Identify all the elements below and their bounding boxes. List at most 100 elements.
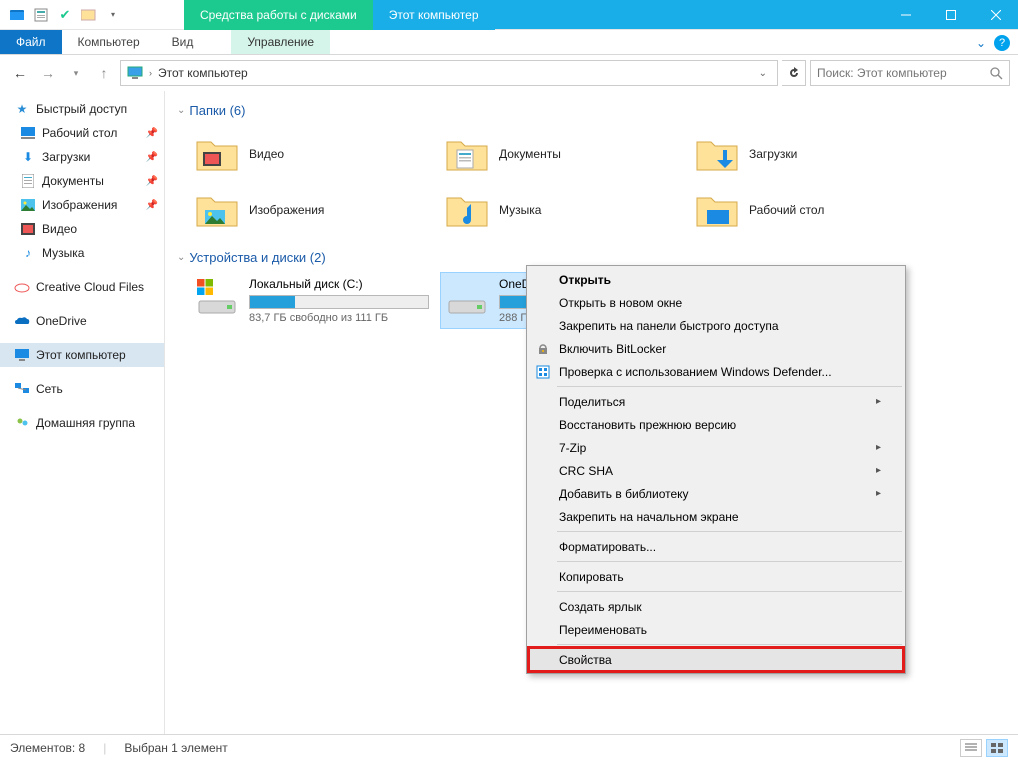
sidebar-item-pictures[interactable]: Изображения 📌 xyxy=(0,193,164,217)
search-input[interactable] xyxy=(817,66,990,80)
star-icon: ★ xyxy=(14,101,30,117)
folder-item-downloads[interactable]: Загрузки xyxy=(691,126,941,182)
up-button[interactable]: ↑ xyxy=(92,61,116,85)
documents-icon xyxy=(20,173,36,189)
sidebar-item-label: Музыка xyxy=(42,246,84,260)
cm-item-open[interactable]: Открыть xyxy=(529,268,903,291)
refresh-button[interactable] xyxy=(782,60,806,86)
drive-body: Локальный диск (C:) 83,7 ГБ свободно из … xyxy=(249,277,437,324)
qat-check-icon[interactable]: ✔ xyxy=(54,4,76,26)
drive-icon xyxy=(195,277,239,317)
cm-item-pin-start[interactable]: Закрепить на начальном экране xyxy=(529,505,903,528)
address-dropdown-icon[interactable]: ⌄ xyxy=(755,68,771,79)
group-label: Устройства и диски (2) xyxy=(189,250,325,265)
sidebar-item-quick-access[interactable]: ★ Быстрый доступ xyxy=(0,97,164,121)
folders-grid: Видео Документы Загрузки Изображения Муз… xyxy=(177,126,1006,238)
sidebar-item-downloads[interactable]: ⬇ Загрузки 📌 xyxy=(0,145,164,169)
cm-item-copy[interactable]: Копировать xyxy=(529,565,903,588)
sidebar-item-label: Документы xyxy=(42,174,104,188)
view-tiles-button[interactable] xyxy=(986,739,1008,757)
qat-properties-icon[interactable] xyxy=(30,4,52,26)
sidebar-item-videos[interactable]: Видео xyxy=(0,217,164,241)
drive-name: Локальный диск (C:) xyxy=(249,277,437,291)
titlebar-spacer[interactable] xyxy=(495,0,884,29)
sidebar-item-homegroup[interactable]: Домашняя группа xyxy=(0,411,164,435)
ribbon-tab-view[interactable]: Вид xyxy=(156,30,210,54)
ribbon-tabs: Файл Компьютер Вид Управление ⌄ ? xyxy=(0,30,1018,55)
folder-item-documents[interactable]: Документы xyxy=(441,126,691,182)
folder-label: Музыка xyxy=(499,203,541,217)
sidebar-item-desktop[interactable]: Рабочий стол 📌 xyxy=(0,121,164,145)
group-header-folders[interactable]: ⌄ Папки (6) xyxy=(177,103,1006,118)
folder-icon xyxy=(445,134,489,174)
desktop-icon xyxy=(20,125,36,141)
folder-item-videos[interactable]: Видео xyxy=(191,126,441,182)
cm-item-7zip[interactable]: 7-Zip▸ xyxy=(529,436,903,459)
maximize-button[interactable] xyxy=(928,0,973,30)
navigation-toolbar: ← → ▾ ↑ › Этот компьютер ⌄ xyxy=(0,55,1018,91)
cm-item-restore[interactable]: Восстановить прежнюю версию xyxy=(529,413,903,436)
ribbon-collapse-icon[interactable]: ⌄ xyxy=(976,36,986,50)
folder-label: Изображения xyxy=(249,203,324,217)
sidebar-item-this-pc[interactable]: Этот компьютер xyxy=(0,343,164,367)
ribbon-tab-computer[interactable]: Компьютер xyxy=(62,30,156,54)
back-button[interactable]: ← xyxy=(8,61,32,85)
search-box[interactable] xyxy=(810,60,1010,86)
cm-item-properties[interactable]: Свойства xyxy=(529,648,903,671)
sidebar-item-label: Creative Cloud Files xyxy=(36,280,144,294)
minimize-button[interactable] xyxy=(883,0,928,30)
label: Копировать xyxy=(559,570,624,584)
cm-item-crcsha[interactable]: CRC SHA▸ xyxy=(529,459,903,482)
sidebar-item-creative-cloud[interactable]: Creative Cloud Files xyxy=(0,275,164,299)
search-icon[interactable] xyxy=(990,67,1003,80)
pin-icon: 📌 xyxy=(146,176,158,187)
sidebar-item-network[interactable]: Сеть xyxy=(0,377,164,401)
pin-icon: 📌 xyxy=(146,200,158,211)
drive-item-c[interactable]: Локальный диск (C:) 83,7 ГБ свободно из … xyxy=(191,273,441,328)
view-switcher xyxy=(960,739,1008,757)
pin-icon: 📌 xyxy=(146,152,158,163)
cm-item-bitlocker[interactable]: Включить BitLocker xyxy=(529,337,903,360)
sidebar-item-label: Быстрый доступ xyxy=(36,102,127,116)
sidebar-item-label: Домашняя группа xyxy=(36,416,135,430)
folder-item-desktop[interactable]: Рабочий стол xyxy=(691,182,941,238)
forward-button[interactable]: → xyxy=(36,61,60,85)
cm-item-defender[interactable]: Проверка с использованием Windows Defend… xyxy=(529,360,903,383)
recent-dropdown[interactable]: ▾ xyxy=(64,61,88,85)
group-header-devices[interactable]: ⌄ Устройства и диски (2) xyxy=(177,250,1006,265)
qat-dropdown-icon[interactable]: ▾ xyxy=(102,4,124,26)
cm-item-format[interactable]: Форматировать... xyxy=(529,535,903,558)
cm-item-shortcut[interactable]: Создать ярлык xyxy=(529,595,903,618)
cm-separator xyxy=(557,531,902,532)
address-bar[interactable]: › Этот компьютер ⌄ xyxy=(120,60,778,86)
sidebar-item-documents[interactable]: Документы 📌 xyxy=(0,169,164,193)
folder-item-music[interactable]: Музыка xyxy=(441,182,691,238)
cm-separator xyxy=(557,591,902,592)
help-icon[interactable]: ? xyxy=(994,35,1010,51)
sidebar-item-onedrive[interactable]: OneDrive xyxy=(0,309,164,333)
label: Поделиться xyxy=(559,395,625,409)
chevron-right-icon: ▸ xyxy=(876,442,881,453)
defender-icon xyxy=(535,364,551,380)
close-button[interactable] xyxy=(973,0,1018,30)
this-pc-icon xyxy=(127,65,143,81)
cm-item-rename[interactable]: Переименовать xyxy=(529,618,903,641)
cm-item-open-new-window[interactable]: Открыть в новом окне xyxy=(529,291,903,314)
homegroup-icon xyxy=(14,415,30,431)
window-title: Этот компьютер xyxy=(373,0,495,30)
sidebar-item-music[interactable]: ♪ Музыка xyxy=(0,241,164,265)
ribbon-tab-manage[interactable]: Управление xyxy=(231,30,330,54)
folder-icon xyxy=(695,190,739,230)
drive-icon xyxy=(445,277,489,317)
address-text[interactable]: Этот компьютер xyxy=(158,66,749,80)
chevron-right-icon: ▸ xyxy=(876,488,881,499)
folder-icon xyxy=(445,190,489,230)
breadcrumb-segment[interactable]: › xyxy=(149,68,152,78)
cm-item-share[interactable]: Поделиться▸ xyxy=(529,390,903,413)
view-details-button[interactable] xyxy=(960,739,982,757)
qat-newfolder-icon[interactable] xyxy=(78,4,100,26)
cm-item-library[interactable]: Добавить в библиотеку▸ xyxy=(529,482,903,505)
cm-item-pin-quick-access[interactable]: Закрепить на панели быстрого доступа xyxy=(529,314,903,337)
ribbon-tab-file[interactable]: Файл xyxy=(0,30,62,54)
folder-item-pictures[interactable]: Изображения xyxy=(191,182,441,238)
